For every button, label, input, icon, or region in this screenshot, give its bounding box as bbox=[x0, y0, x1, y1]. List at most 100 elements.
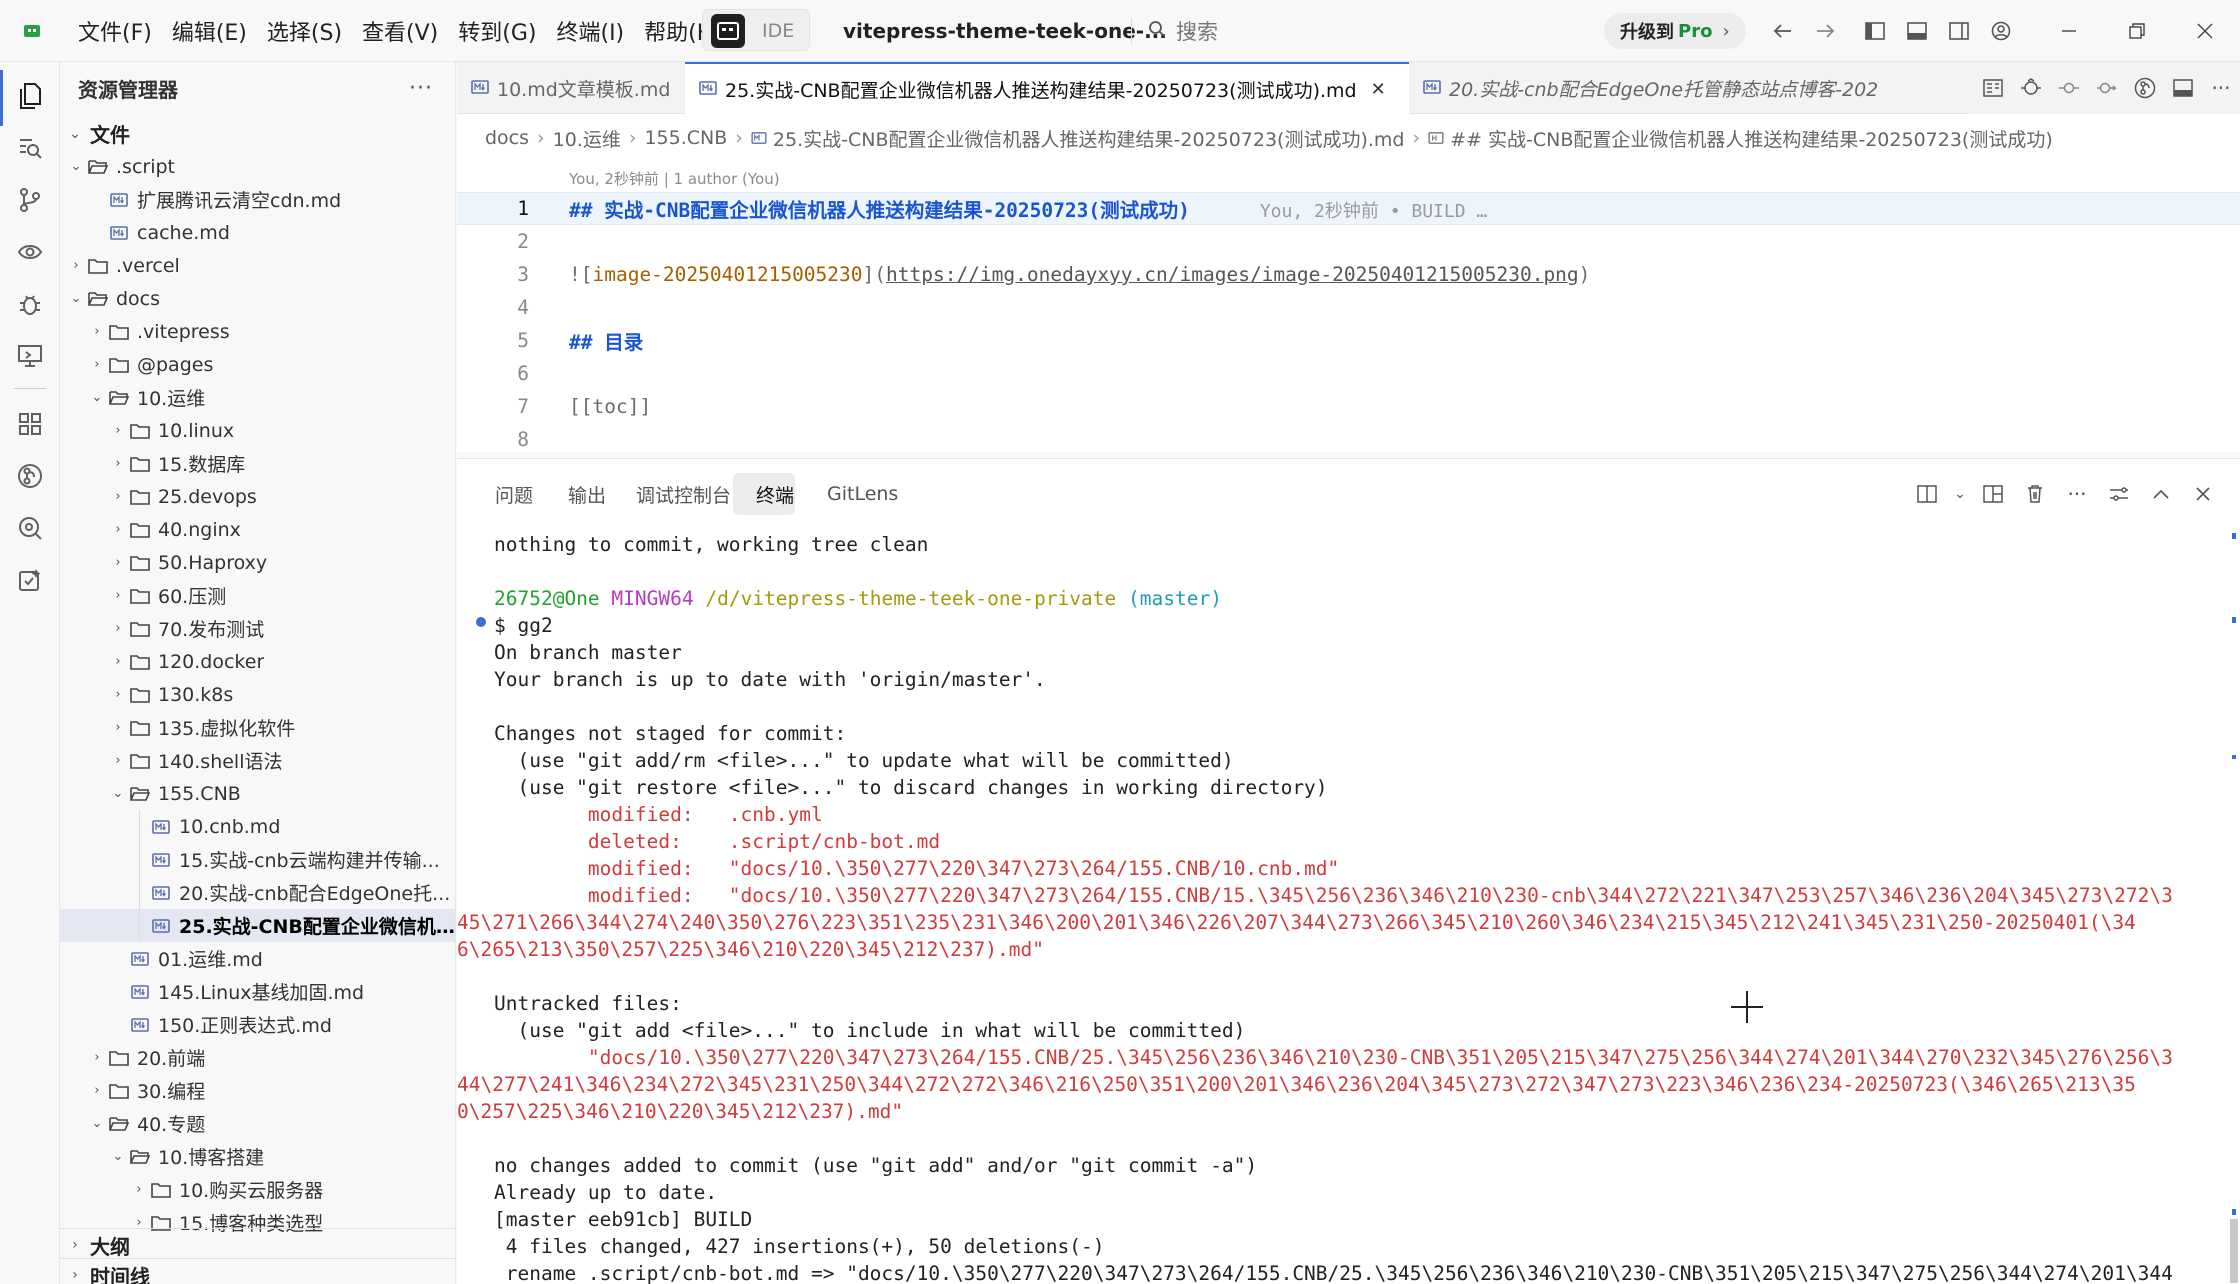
more-actions-icon[interactable]: ··· bbox=[2202, 69, 2240, 107]
trash-icon[interactable] bbox=[2014, 473, 2056, 515]
tree-file[interactable]: 10.cnb.md bbox=[60, 810, 455, 843]
tree-file[interactable]: 150.正则表达式.md bbox=[60, 1008, 455, 1041]
blame-codelens[interactable]: You, 2秒钟前 | 1 author (You) bbox=[569, 168, 780, 189]
breadcrumb-item[interactable]: 25.实战-CNB配置企业微信机器人推送构建结果-20250723(测试成功).… bbox=[773, 125, 1405, 152]
panel-tab-gitlens[interactable]: GitLens bbox=[815, 459, 910, 529]
menu-file[interactable]: 文件(F) bbox=[68, 0, 162, 62]
breadcrumb-item[interactable]: 10.运维 bbox=[553, 125, 621, 152]
tab-md-template[interactable]: 10.md文章模板.md bbox=[457, 62, 685, 114]
panel-tab-terminal[interactable]: 终端 bbox=[744, 459, 806, 529]
panel-tab-problems[interactable]: 问题 bbox=[483, 459, 545, 529]
section-outline-header[interactable]: › 大纲 bbox=[60, 1228, 455, 1261]
ai-assistant-icon[interactable] bbox=[12, 562, 48, 598]
tree-folder[interactable]: › 25.devops bbox=[60, 480, 455, 513]
breadcrumb-item[interactable]: docs bbox=[485, 127, 529, 149]
tree-folder[interactable]: › 140.shell语法 bbox=[60, 744, 455, 777]
tree-folder[interactable]: › 20.前端 bbox=[60, 1041, 455, 1074]
tree-folder[interactable]: › 10.购买云服务器 bbox=[60, 1173, 455, 1206]
extensions-icon[interactable] bbox=[12, 406, 48, 442]
eye-icon[interactable] bbox=[12, 234, 48, 270]
tree-folder[interactable]: › 130.k8s bbox=[60, 678, 455, 711]
split-editor-icon[interactable] bbox=[2164, 69, 2202, 107]
project-switcher[interactable]: vitepress-theme-teek-one-... ⌄ bbox=[843, 0, 1197, 62]
code-line-5[interactable]: 5 ## 目录 bbox=[457, 324, 2240, 357]
account-icon[interactable] bbox=[1984, 14, 2018, 48]
tree-folder[interactable]: › 10.linux bbox=[60, 414, 455, 447]
breadcrumb-item[interactable]: 155.CNB bbox=[644, 127, 727, 149]
tree-file[interactable]: 25.实战-CNB配置企业微信机... bbox=[60, 909, 455, 942]
search-view-icon[interactable] bbox=[12, 130, 48, 166]
tree-folder[interactable]: › .vercel bbox=[60, 249, 455, 282]
menu-terminal[interactable]: 终端(I) bbox=[546, 0, 634, 62]
ide-label[interactable]: IDE bbox=[762, 0, 794, 62]
tree-folder[interactable]: › @pages bbox=[60, 348, 455, 381]
toggle-secondary-sidebar-icon[interactable] bbox=[1942, 14, 1976, 48]
tree-folder[interactable]: › 60.压测 bbox=[60, 579, 455, 612]
tree-file[interactable]: 01.运维.md bbox=[60, 942, 455, 975]
section-files-header[interactable]: ⌄ 文件 bbox=[60, 117, 455, 150]
close-tab-icon[interactable]: ✕ bbox=[1371, 79, 1386, 100]
tree-folder[interactable]: › 70.发布测试 bbox=[60, 612, 455, 645]
panel-tab-output[interactable]: 输出 bbox=[556, 459, 618, 529]
explorer-icon[interactable] bbox=[12, 78, 48, 114]
tree-folder[interactable]: › .vitepress bbox=[60, 315, 455, 348]
tree-folder[interactable]: › 30.编程 bbox=[60, 1074, 455, 1107]
tree-folder[interactable]: › 40.nginx bbox=[60, 513, 455, 546]
chevron-up-icon[interactable] bbox=[2140, 473, 2182, 515]
upgrade-pro-button[interactable]: 升级到 Pro › bbox=[1604, 13, 1746, 49]
source-control-icon[interactable] bbox=[12, 182, 48, 218]
minimize-icon[interactable] bbox=[2052, 14, 2086, 48]
debug-icon[interactable] bbox=[12, 286, 48, 322]
section-timeline-header[interactable]: › 时间线 bbox=[60, 1258, 455, 1284]
tree-file[interactable]: 15.实战-cnb云端构建并传输... bbox=[60, 843, 455, 876]
menu-view[interactable]: 查看(V) bbox=[352, 0, 448, 62]
code-line-4[interactable]: 4 bbox=[457, 291, 2240, 324]
command-search[interactable]: 搜索 bbox=[1148, 0, 1218, 62]
restore-icon[interactable] bbox=[2120, 14, 2154, 48]
command-decoration-icon[interactable] bbox=[476, 617, 486, 627]
toggle-primary-sidebar-icon[interactable] bbox=[1858, 14, 1892, 48]
gitlens-file-icon[interactable] bbox=[2126, 69, 2164, 107]
tree-folder[interactable]: › 135.虚拟化软件 bbox=[60, 711, 455, 744]
tree-folder[interactable]: ⌄ 10.博客搭建 bbox=[60, 1140, 455, 1173]
toggle-panel-icon[interactable] bbox=[1900, 14, 1934, 48]
code-line-8[interactable]: 8 bbox=[457, 423, 2240, 452]
close-window-icon[interactable] bbox=[2188, 14, 2222, 48]
menu-go[interactable]: 转到(G) bbox=[448, 0, 546, 62]
tree-folder[interactable]: › 120.docker bbox=[60, 645, 455, 678]
gitlens-icon[interactable] bbox=[12, 458, 48, 494]
tree-folder[interactable]: ⌄ .script bbox=[60, 150, 455, 183]
remote-explorer-icon[interactable] bbox=[12, 338, 48, 374]
open-preview-icon[interactable] bbox=[1974, 69, 2012, 107]
code-line-2[interactable]: 2 bbox=[457, 225, 2240, 258]
split-terminal-icon[interactable] bbox=[1906, 473, 1948, 515]
tree-file[interactable]: cache.md bbox=[60, 216, 455, 249]
tree-folder[interactable]: ⌄ 155.CNB bbox=[60, 777, 455, 810]
tree-folder[interactable]: › 15.数据库 bbox=[60, 447, 455, 480]
app-logo-icon[interactable] bbox=[22, 0, 42, 62]
gitlens-inspect-icon[interactable] bbox=[12, 510, 48, 546]
close-panel-icon[interactable] bbox=[2182, 473, 2224, 515]
next-change-icon[interactable] bbox=[2088, 69, 2126, 107]
more-actions-icon[interactable]: ··· bbox=[2056, 473, 2098, 515]
code-line-7[interactable]: 7 [[toc]] bbox=[457, 390, 2240, 423]
tab-active-cnb-wechat[interactable]: 25.实战-CNB配置企业微信机器人推送构建结果-20250723(测试成功).… bbox=[685, 62, 1409, 114]
tree-folder[interactable]: › 50.Haproxy bbox=[60, 546, 455, 579]
tree-folder[interactable]: ⌄ 10.运维 bbox=[60, 381, 455, 414]
tree-file[interactable]: 145.Linux基线加固.md bbox=[60, 975, 455, 1008]
compare-icon[interactable] bbox=[2012, 69, 2050, 107]
code-line-3[interactable]: 3 ![image-20250401215005230](https://img… bbox=[457, 258, 2240, 291]
code-line-6[interactable]: 6 bbox=[457, 357, 2240, 390]
more-actions-icon[interactable]: ··· bbox=[405, 72, 437, 104]
code-editor[interactable]: You, 2秒钟前 | 1 author (You) 1 ## 实战-CNB配置… bbox=[457, 162, 2240, 452]
tree-file[interactable]: 20.实战-cnb配合EdgeOne托... bbox=[60, 876, 455, 909]
panel-settings-icon[interactable] bbox=[2098, 473, 2140, 515]
menu-selection[interactable]: 选择(S) bbox=[257, 0, 352, 62]
image-url-link[interactable]: https://img.onedayxyy.cn/images/image-20… bbox=[886, 263, 1579, 286]
terminal-scrollbar[interactable] bbox=[2226, 529, 2240, 1284]
tab-edgeone-preview[interactable]: 20.实战-cnb配合EdgeOne托管静态站点博客-20250723(测试 bbox=[1409, 62, 1877, 114]
maximize-panel-icon[interactable] bbox=[1972, 473, 2014, 515]
tree-file[interactable]: 扩展腾讯云清空cdn.md bbox=[60, 183, 455, 216]
menu-edit[interactable]: 编辑(E) bbox=[162, 0, 257, 62]
git-commit-icon[interactable] bbox=[2050, 69, 2088, 107]
